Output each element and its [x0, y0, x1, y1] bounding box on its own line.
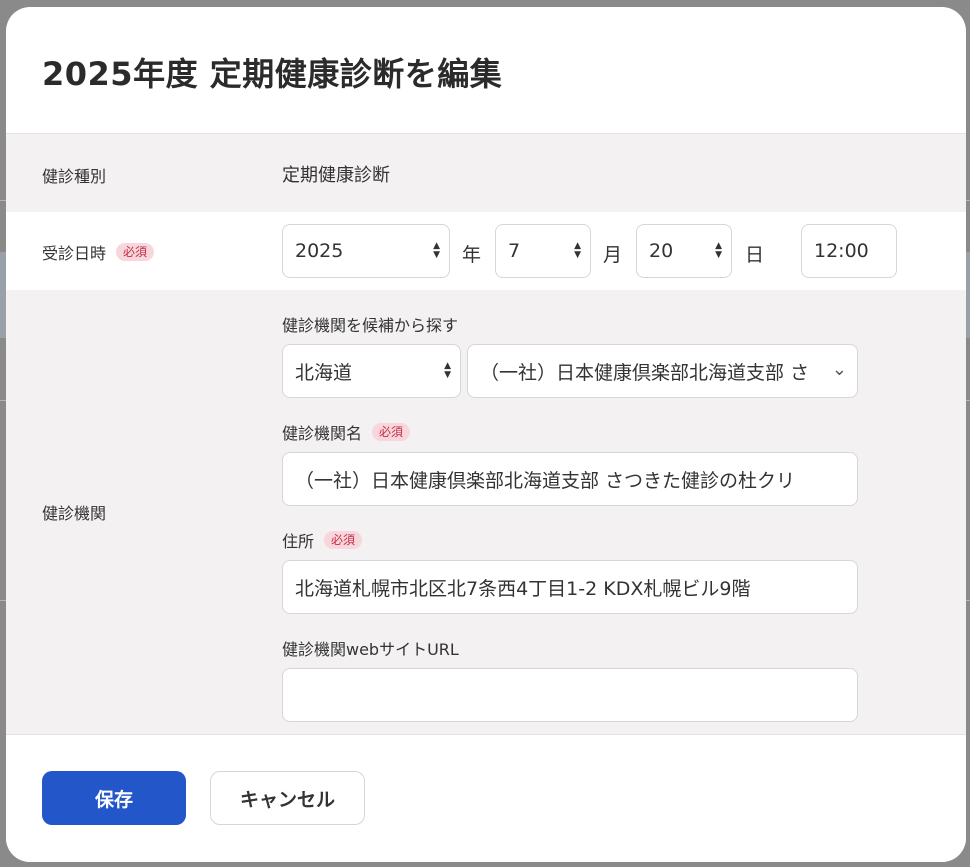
modal-header: 2025年度 定期健康診断を編集 — [6, 7, 966, 134]
year-unit: 年 — [462, 244, 482, 266]
exam-date-row: 受診日時 必須 2025 ▲ ▼ 年 7 ▲ ▼ 月 20 ▲ ▼ 日 12:00 — [6, 212, 966, 290]
day-unit: 日 — [745, 244, 765, 266]
institution-search-label: 健診機関を候補から探す — [282, 316, 459, 335]
cancel-button[interactable]: キャンセル — [210, 771, 365, 825]
url-input[interactable] — [282, 668, 858, 722]
institution-name-input[interactable]: （一社）日本健康倶楽部北海道支部 さつきた健診の杜クリ — [282, 452, 858, 506]
month-unit: 月 — [603, 244, 623, 266]
address-input[interactable]: 北海道札幌市北区北7条西4丁目1-2 KDX札幌ビル9階 — [282, 560, 858, 614]
chevron-down-icon: ⌄ — [831, 359, 847, 380]
year-select[interactable]: 2025 ▲ ▼ — [282, 224, 450, 278]
institution-label: 健診機関 — [42, 504, 107, 523]
institution-candidate-select[interactable]: （一社）日本健康倶楽部北海道支部 さ ⌄ — [467, 344, 858, 398]
month-select[interactable]: 7 ▲ ▼ — [495, 224, 591, 278]
select-arrows-icon: ▲ ▼ — [444, 361, 451, 380]
select-arrows-icon: ▲ ▼ — [433, 241, 440, 260]
institution-row: 健診機関 健診機関を候補から探す 北海道 ▲ ▼ （一社）日本健康倶楽部北海道支部… — [6, 290, 966, 734]
modal-title: 2025年度 定期健康診断を編集 — [42, 55, 503, 93]
exam-date-label: 受診日時 必須 — [42, 240, 155, 264]
required-badge: 必須 — [324, 531, 363, 549]
exam-type-value: 定期健康診断 — [282, 165, 390, 186]
time-input[interactable]: 12:00 — [801, 224, 897, 278]
institution-name-label: 健診機関名 必須 — [282, 420, 411, 444]
modal-footer: 保存 キャンセル — [6, 734, 966, 862]
exam-type-label: 健診種別 — [42, 167, 107, 186]
day-select[interactable]: 20 ▲ ▼ — [636, 224, 732, 278]
prefecture-select[interactable]: 北海道 ▲ ▼ — [282, 344, 461, 398]
required-badge: 必須 — [372, 423, 411, 441]
exam-type-row: 健診種別 定期健康診断 — [6, 134, 966, 212]
edit-modal: 2025年度 定期健康診断を編集 健診種別 定期健康診断 受診日時 必須 202… — [6, 7, 966, 862]
select-arrows-icon: ▲ ▼ — [715, 241, 722, 260]
save-button[interactable]: 保存 — [42, 771, 186, 825]
required-badge: 必須 — [116, 243, 155, 261]
select-arrows-icon: ▲ ▼ — [574, 241, 581, 260]
url-label: 健診機関webサイトURL — [282, 640, 459, 659]
address-label: 住所 必須 — [282, 528, 363, 552]
